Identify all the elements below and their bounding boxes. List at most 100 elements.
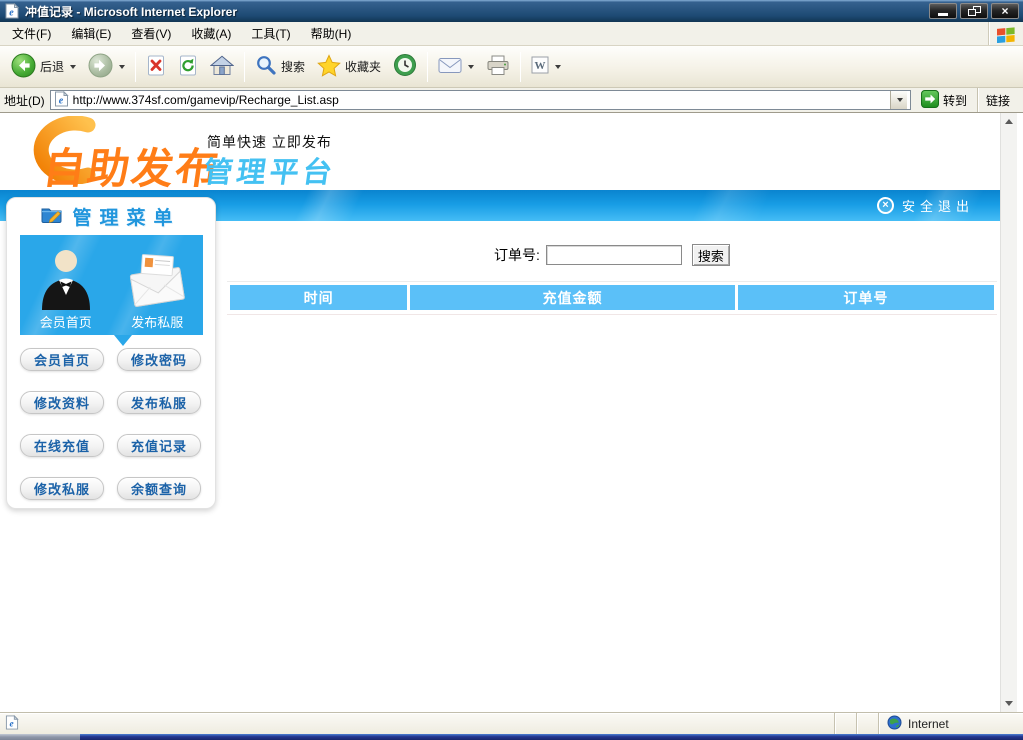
back-button[interactable]: 后退 <box>5 49 82 85</box>
print-icon <box>486 54 510 80</box>
menu-tools[interactable]: 工具(T) <box>241 21 300 46</box>
arrow-up-icon <box>1005 119 1013 124</box>
toolbar-separator <box>135 51 137 82</box>
address-input[interactable]: e http://www.374sf.com/gamevip/Recharge_… <box>49 90 911 110</box>
address-dropdown[interactable] <box>889 91 907 109</box>
logout-button[interactable]: × 安全退出 <box>876 190 974 221</box>
featured-member-home[interactable]: 会员首页 <box>20 235 112 335</box>
menu-file[interactable]: 文件(F) <box>2 21 61 46</box>
order-search-row: 订单号: 搜索 <box>227 242 997 268</box>
address-url[interactable]: http://www.374sf.com/gamevip/Recharge_Li… <box>73 93 886 107</box>
globe-icon <box>887 715 902 733</box>
menu-button-publish-server[interactable]: 发布私服 <box>117 391 201 414</box>
menu-button-member-home[interactable]: 会员首页 <box>20 348 104 371</box>
word-dropdown-icon <box>555 64 562 69</box>
featured-label: 发布私服 <box>131 315 184 330</box>
windows-logo-icon <box>988 22 1023 45</box>
back-icon <box>11 53 36 81</box>
favorites-button[interactable]: 收藏夹 <box>311 50 387 84</box>
menu-button-grid: 会员首页 修改密码 修改资料 发布私服 在线充值 充值记录 修改私服 余额查询 <box>20 348 201 500</box>
scroll-up-button[interactable] <box>1001 113 1017 130</box>
logo-title: 自助发布 <box>40 145 223 192</box>
svg-text:W: W <box>535 60 546 72</box>
svg-text:e: e <box>9 719 13 729</box>
header-amount: 充值金额 <box>410 285 735 310</box>
toolbar-separator <box>427 51 429 82</box>
order-number-input[interactable] <box>545 245 682 265</box>
stop-button[interactable] <box>140 50 172 84</box>
document-icon: e <box>5 714 19 733</box>
folder-pencil-icon <box>41 206 63 228</box>
header-order-number: 订单号 <box>737 285 994 310</box>
search-label: 搜索 <box>281 60 306 74</box>
minimize-button[interactable] <box>929 3 957 19</box>
page-content: 自助发布 简单快速 立即发布 管理平台 × 安全退出 管理菜单 会员首页 发布私… <box>0 113 1023 712</box>
chevron-down-icon <box>896 98 903 102</box>
mail-icon <box>438 56 462 78</box>
member-avatar-icon <box>39 235 93 311</box>
home-button[interactable] <box>204 50 240 84</box>
forward-button[interactable] <box>82 49 131 85</box>
status-pane <box>856 713 878 734</box>
history-button[interactable] <box>387 49 423 84</box>
panel-title: 管理菜单 <box>72 208 181 229</box>
forward-icon <box>88 53 113 81</box>
internet-zone-label: Internet <box>908 716 949 731</box>
go-icon <box>920 89 939 111</box>
status-pane <box>834 713 856 734</box>
menu-button-edit-profile[interactable]: 修改资料 <box>20 391 104 414</box>
featured-menu-box: 会员首页 发布私服 <box>20 235 204 346</box>
home-icon <box>209 54 235 80</box>
featured-label: 会员首页 <box>39 315 92 330</box>
arrow-down-icon <box>1005 701 1013 706</box>
word-edit-button[interactable]: W <box>525 52 567 81</box>
svg-text:e: e <box>9 8 14 19</box>
print-button[interactable] <box>480 50 516 84</box>
stop-icon <box>146 54 166 80</box>
menu-button-online-recharge[interactable]: 在线充值 <box>20 434 104 457</box>
ie-app-icon: e <box>4 2 20 19</box>
table-header-row: 时间 充值金额 订单号 <box>230 285 994 310</box>
window-title: 冲值记录 - Microsoft Internet Explorer <box>25 4 238 19</box>
history-icon <box>393 53 417 80</box>
address-label: 地址(D) <box>4 93 45 108</box>
title-bar: e 冲值记录 - Microsoft Internet Explorer × <box>0 0 1023 22</box>
vertical-scrollbar[interactable] <box>1000 113 1017 712</box>
panel-header: 管理菜单 <box>7 198 215 235</box>
svg-text:e: e <box>58 95 63 106</box>
back-dropdown-icon <box>70 64 77 69</box>
featured-publish-server[interactable]: 发布私服 <box>112 235 204 335</box>
word-edit-icon: W <box>531 56 549 77</box>
links-button[interactable]: 链接 <box>976 88 1019 112</box>
forward-dropdown-icon <box>119 64 126 69</box>
menu-help[interactable]: 帮助(H) <box>301 21 362 46</box>
menu-favorites[interactable]: 收藏(A) <box>181 21 241 46</box>
order-search-button[interactable]: 搜索 <box>691 244 730 266</box>
logout-x-icon: × <box>876 197 894 214</box>
recharge-table: 时间 充值金额 订单号 <box>227 281 997 315</box>
address-bar: 地址(D) e http://www.374sf.com/gamevip/Rec… <box>0 88 1023 113</box>
header-time: 时间 <box>230 285 408 310</box>
close-button[interactable]: × <box>991 3 1019 19</box>
status-left-pane: e <box>0 713 834 734</box>
order-number-label: 订单号: <box>494 247 540 263</box>
favorites-star-icon <box>317 53 341 80</box>
menu-button-balance-inquiry[interactable]: 余额查询 <box>117 477 201 500</box>
go-button[interactable]: 转到 <box>916 89 972 112</box>
refresh-icon <box>178 54 198 80</box>
menu-edit[interactable]: 编辑(E) <box>61 21 121 46</box>
scroll-down-button[interactable] <box>1001 695 1017 712</box>
menu-button-recharge-records[interactable]: 充值记录 <box>117 434 201 457</box>
management-menu-panel: 管理菜单 会员首页 发布私服 会员首页 修改密码 修改资料 发布私服 在线充值 … <box>6 197 216 509</box>
menu-view[interactable]: 查看(V) <box>121 21 181 46</box>
restore-button[interactable] <box>960 3 988 19</box>
search-button[interactable]: 搜索 <box>249 50 311 83</box>
publish-envelope-icon <box>126 235 188 311</box>
menu-button-edit-server[interactable]: 修改私服 <box>20 477 104 500</box>
browser-toolbar: 后退 搜索 收藏夹 W <box>0 46 1023 88</box>
status-zone-pane: Internet <box>878 713 1023 734</box>
mail-button[interactable] <box>432 52 480 82</box>
toolbar-separator <box>520 51 522 82</box>
refresh-button[interactable] <box>172 50 204 84</box>
menu-button-change-password[interactable]: 修改密码 <box>117 348 201 371</box>
